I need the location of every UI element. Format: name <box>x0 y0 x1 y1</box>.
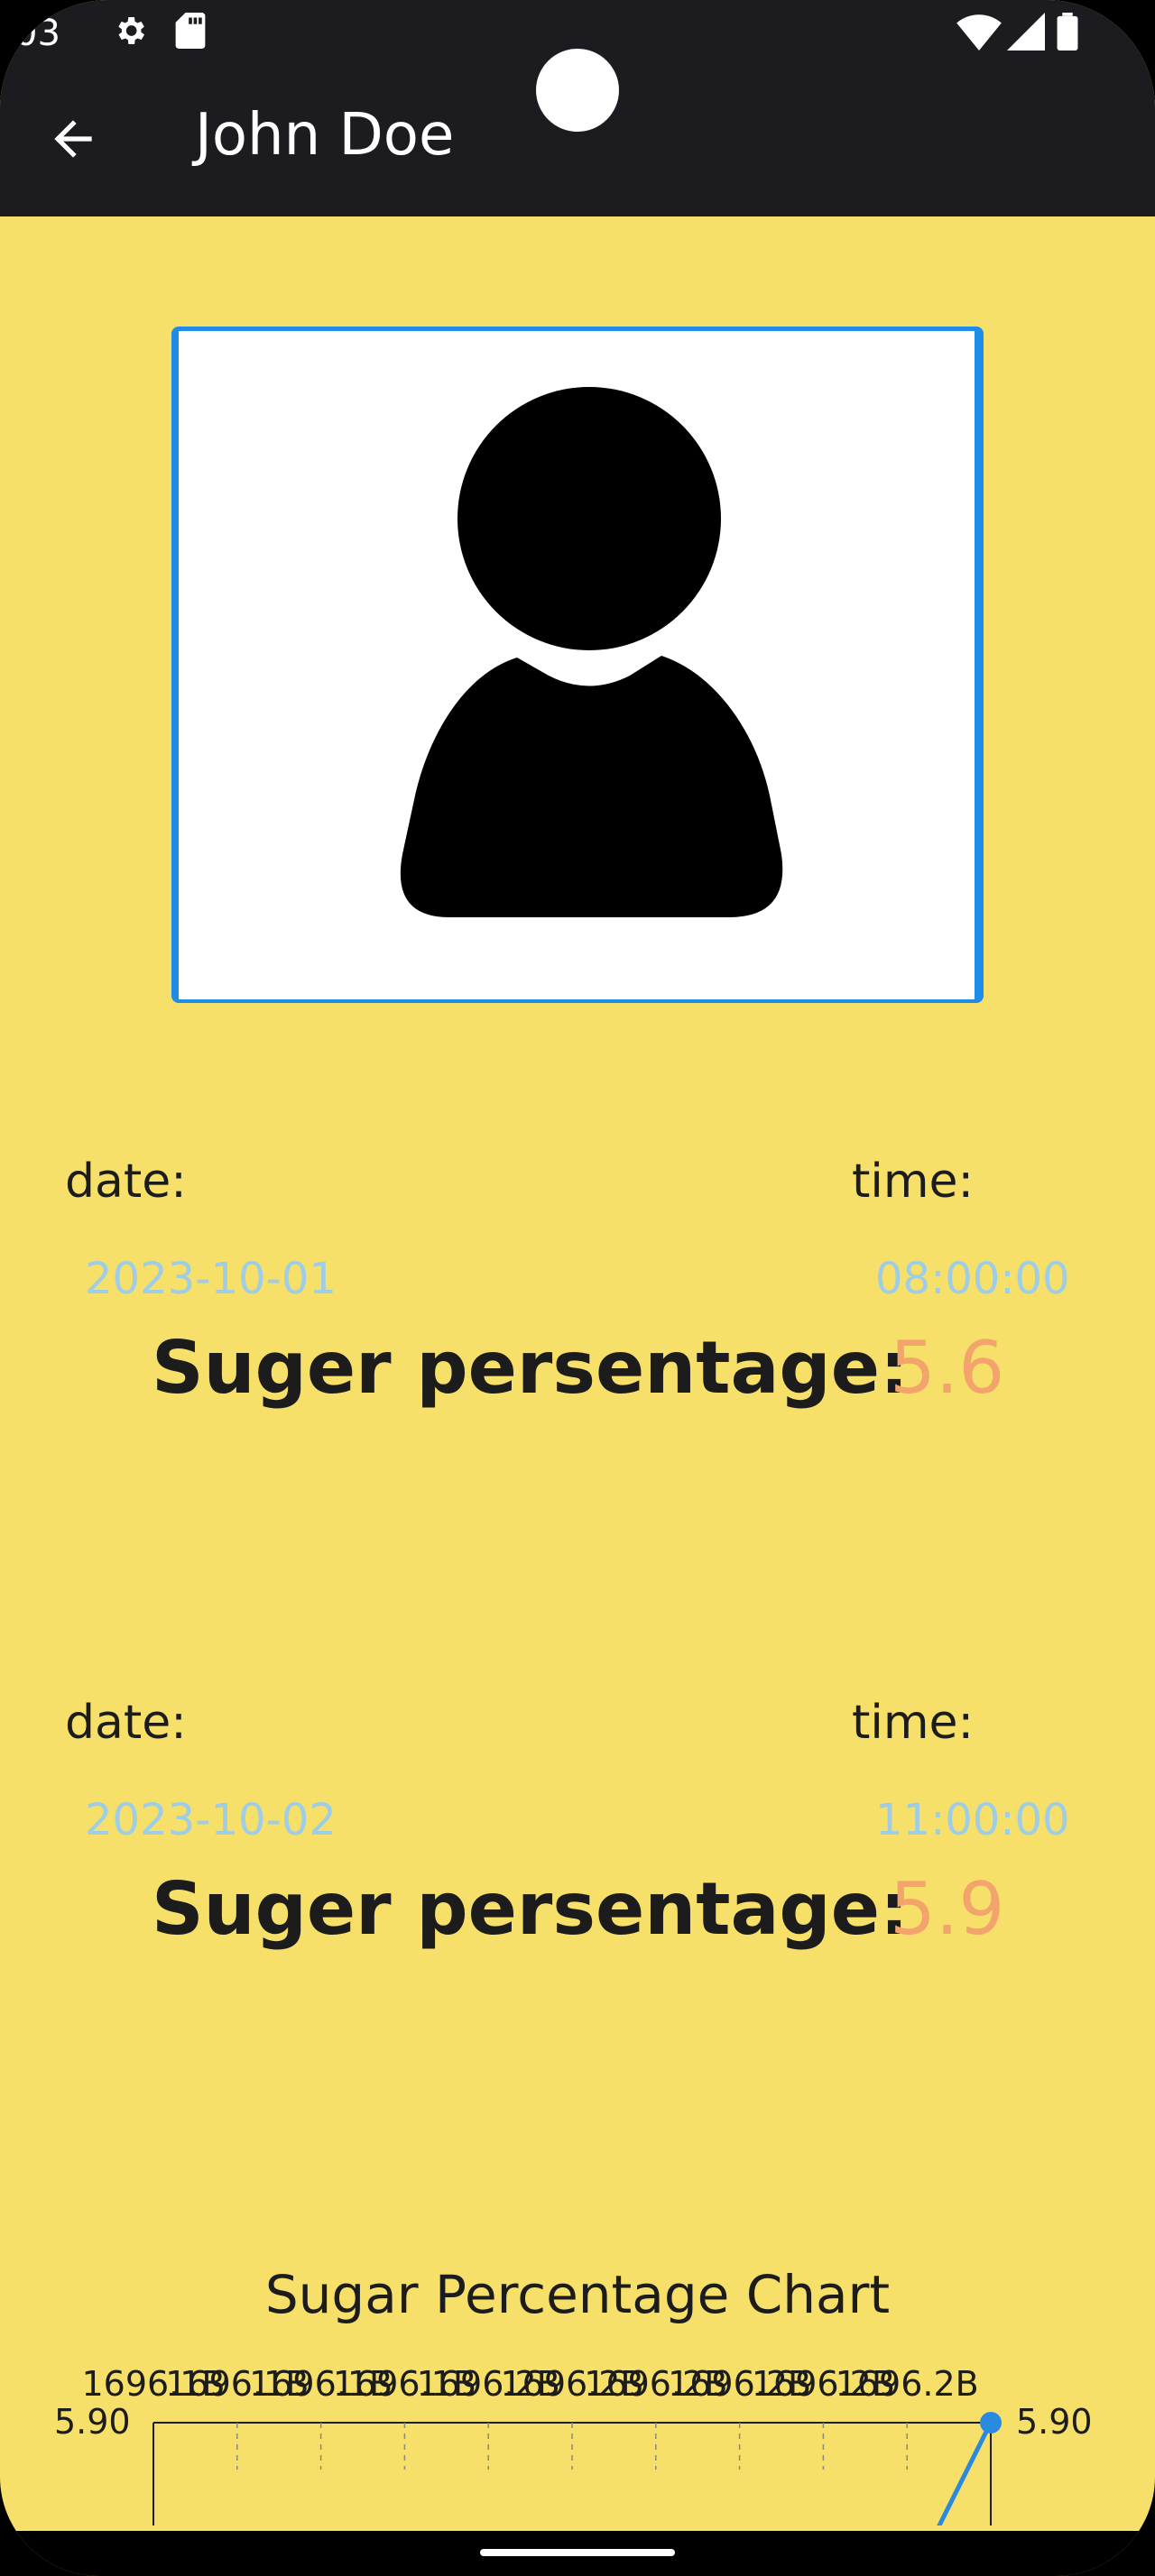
chart-y-tick-right: 5.90 <box>1016 2402 1093 2442</box>
back-button[interactable] <box>36 106 117 171</box>
sugar-value: 5.6 <box>890 1326 1005 1410</box>
sugar-chart: 1696.1B1696.1B1696.1B1696.1B1696.2B1696.… <box>54 2364 1093 2525</box>
home-gesture-handle[interactable] <box>480 2549 675 2556</box>
chart-x-tick-label: 1696.2B <box>836 2364 979 2404</box>
sugar-value: 5.9 <box>890 1867 1005 1951</box>
date-label: date: <box>65 1696 187 1750</box>
sugar-label: Suger persentage: <box>152 1867 909 1951</box>
camera-cutout <box>536 49 619 132</box>
time-label: time: <box>852 1696 975 1750</box>
chart-data-point <box>980 2412 1002 2433</box>
app-bar: 03 John Doe <box>0 0 1155 216</box>
status-time: 03 <box>14 13 60 54</box>
person-avatar-icon <box>400 387 783 917</box>
wifi-icon <box>956 14 1002 51</box>
arrow-left-icon <box>54 120 92 158</box>
time-value: 08:00:00 <box>875 1254 1070 1304</box>
profile-photo <box>171 327 984 1003</box>
date-value: 2023-10-02 <box>85 1795 337 1845</box>
chart-title: Sugar Percentage Chart <box>264 2264 891 2325</box>
signal-icon <box>1007 13 1045 51</box>
time-value: 11:00:00 <box>875 1795 1070 1845</box>
system-nav-bar <box>0 2531 1155 2576</box>
page-title: John Doe <box>195 102 455 169</box>
date-value: 2023-10-01 <box>85 1254 337 1304</box>
sd-card-icon <box>175 13 206 49</box>
battery-icon <box>1057 13 1078 51</box>
date-label: date: <box>65 1155 187 1209</box>
time-label: time: <box>852 1155 975 1209</box>
sugar-label: Suger persentage: <box>152 1326 909 1410</box>
gear-icon <box>118 17 144 44</box>
app-screen: 03 John Doe date: time: 2023-10-01 08:00… <box>0 0 1155 2576</box>
chart-y-tick-left: 5.90 <box>54 2402 131 2442</box>
